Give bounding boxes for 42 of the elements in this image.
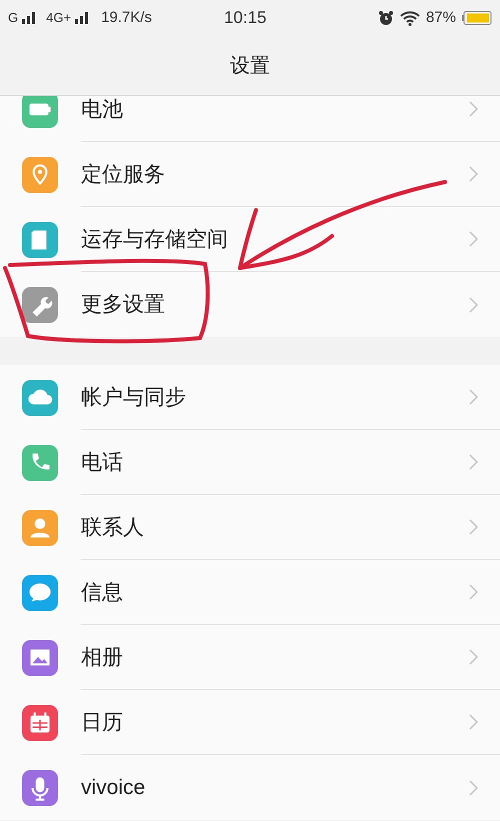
chevron-icon: [469, 519, 478, 535]
setting-label: 联系人: [81, 516, 144, 538]
setting-label: 电池: [81, 98, 123, 120]
setting-label: 更多设置: [81, 294, 165, 315]
settings-row[interactable]: 日历: [0, 690, 500, 755]
chevron-icon: [469, 780, 478, 796]
setting-label: 电话: [81, 452, 123, 472]
chevron-icon: [469, 584, 478, 600]
battery-icon: [462, 11, 492, 25]
chevron-icon: [469, 649, 478, 665]
settings-row[interactable]: 信息: [0, 560, 500, 625]
setting-label: vivoice: [81, 777, 146, 798]
chevron-icon: [469, 714, 478, 730]
network-speed: 19.7K/s: [101, 8, 152, 28]
chevron-icon: [469, 389, 478, 405]
carrier-label: 4G+: [46, 9, 72, 28]
chevron-icon: [469, 231, 478, 247]
settings-row[interactable]: 定位服务: [0, 142, 500, 207]
setting-label: 信息: [81, 582, 123, 602]
chevron-icon: [469, 166, 478, 182]
settings-row[interactable]: 帐户与同步: [0, 365, 500, 430]
settings-row[interactable]: 电池: [0, 96, 500, 142]
setting-label: 帐户与同步: [81, 386, 186, 408]
battery-percent: 87%: [426, 8, 456, 28]
screen-title: 设置: [230, 54, 270, 78]
settings-row[interactable]: 更多设置: [0, 272, 500, 337]
setting-label: 日历: [81, 712, 123, 732]
settings-row[interactable]: vivoice: [0, 755, 500, 820]
settings-row[interactable]: 电话: [0, 430, 500, 495]
settings-row[interactable]: 相册: [0, 625, 500, 690]
chevron-icon: [469, 101, 478, 117]
chevron-icon: [469, 454, 478, 470]
setting-label: 相册: [81, 646, 123, 668]
chevron-icon: [469, 296, 478, 312]
settings-row[interactable]: 运存与存储空间: [0, 207, 500, 272]
clock: 10:15: [224, 7, 266, 30]
setting-label: 定位服务: [81, 164, 165, 184]
settings-row[interactable]: 联系人: [0, 495, 500, 560]
setting-label: 运存与存储空间: [81, 228, 228, 250]
wifi-icon: [400, 10, 420, 26]
carrier-label: G: [8, 9, 18, 28]
alarm-icon: [378, 10, 394, 26]
